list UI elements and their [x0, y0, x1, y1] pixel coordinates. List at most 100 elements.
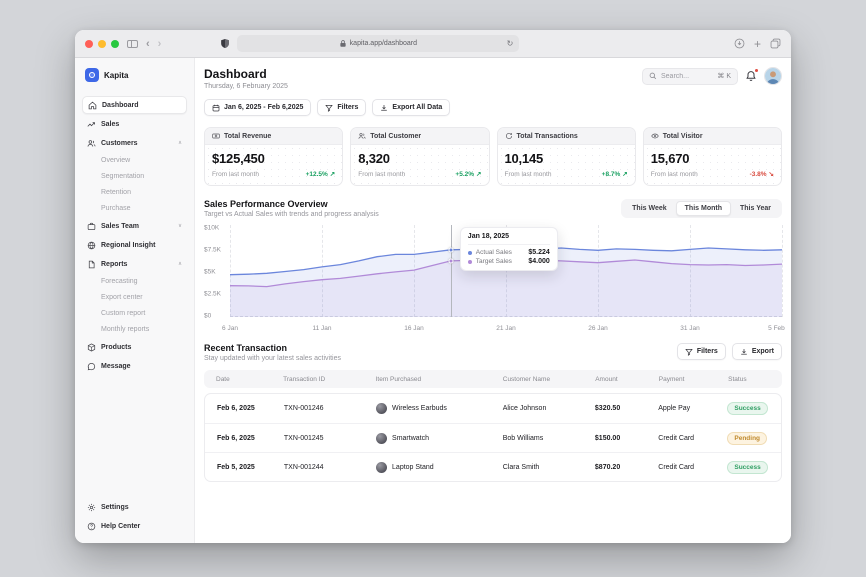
cell-item: Laptop Stand [392, 464, 434, 471]
table-row[interactable]: Feb 6, 2025 TXN-001245 Smartwatch Bob Wi… [205, 423, 781, 452]
chevron-down-icon: ∨ [178, 223, 182, 229]
sidebar-item-settings[interactable]: Settings [82, 498, 187, 516]
sidebar-item-products[interactable]: Products [82, 338, 187, 356]
tab-this-month[interactable]: This Month [676, 201, 731, 216]
cell-amount: $320.50 [591, 405, 654, 412]
download-icon [740, 348, 748, 356]
sidebar: Kapita Dashboard Sales Customers ∧ Overv… [75, 58, 195, 543]
chart-cursor-dot [448, 247, 453, 252]
sidebar-item-sales[interactable]: Sales [82, 115, 187, 133]
sidebar-item-label: Customers [101, 140, 138, 147]
cell-date: Feb 6, 2025 [205, 405, 280, 412]
sidebar-item-customers[interactable]: Customers ∧ [82, 134, 187, 152]
close-window-button[interactable] [85, 40, 93, 48]
sidebar-subitem-custom-report[interactable]: Custom report [82, 306, 187, 321]
cell-amount: $870.20 [591, 464, 654, 471]
forward-icon[interactable]: › [158, 38, 162, 50]
date-range-button[interactable]: Jan 6, 2025 - Feb 6,2025 [204, 99, 311, 116]
box-icon [87, 343, 96, 352]
sidebar-subitem-retention[interactable]: Retention [82, 185, 187, 200]
new-tab-icon[interactable]: + [754, 38, 761, 50]
downloads-icon[interactable] [734, 38, 745, 49]
chart-y-axis: $10K $7.5K $5K $2.5K $0 [204, 225, 230, 317]
address-bar[interactable]: kapita.app/dashboard ↻ [237, 35, 519, 52]
x-tick: 11 Jan [312, 325, 331, 332]
calendar-icon [212, 104, 220, 112]
search-input[interactable] [661, 73, 713, 80]
sidebar-subitem-forecasting[interactable]: Forecasting [82, 274, 187, 289]
column-header-date: Date [204, 376, 279, 383]
stat-period: From last month [651, 171, 698, 178]
filters-button[interactable]: Filters [317, 99, 366, 116]
x-tick: 5 Feb [768, 325, 785, 332]
cell-customer: Bob Williams [499, 435, 591, 442]
date-range-label: Jan 6, 2025 - Feb 6,2025 [224, 104, 303, 111]
stat-change: +12.5% [306, 171, 328, 178]
sidebar-toggle-icon[interactable] [127, 40, 138, 48]
sidebar-item-label: Settings [101, 504, 129, 511]
filter-icon [325, 104, 333, 112]
notifications-button[interactable] [745, 70, 757, 82]
cell-transaction-id: TXN-001246 [280, 405, 372, 412]
cell-customer: Alice Johnson [499, 405, 591, 412]
stat-card-total-customer: Total Customer 8,320 From last month +5.… [350, 127, 489, 186]
actual-sales-dot-icon [468, 251, 472, 255]
sidebar-subitem-segmentation[interactable]: Segmentation [82, 169, 187, 184]
user-avatar[interactable] [764, 67, 782, 85]
cell-customer: Clara Smith [499, 464, 591, 471]
sidebar-item-label: Regional Insight [101, 242, 155, 249]
column-header-item-purchased: Item Purchased [372, 376, 499, 383]
sidebar-subitem-purchase[interactable]: Purchase [82, 201, 187, 216]
sidebar-item-sales-team[interactable]: Sales Team ∨ [82, 217, 187, 235]
sidebar-item-message[interactable]: Message [82, 357, 187, 375]
sidebar-item-dashboard[interactable]: Dashboard [82, 96, 187, 114]
sidebar-subitem-export-center[interactable]: Export center [82, 290, 187, 305]
banknote-icon [212, 132, 220, 140]
cell-payment: Credit Card [654, 464, 723, 471]
back-icon[interactable]: ‹ [146, 38, 150, 50]
export-all-data-button[interactable]: Export All Data [372, 99, 450, 116]
transactions-export-label: Export [752, 348, 774, 355]
cell-date: Feb 5, 2025 [205, 464, 280, 471]
sidebar-subitem-monthly-reports[interactable]: Monthly reports [82, 322, 187, 337]
sidebar-item-reports[interactable]: Reports ∧ [82, 255, 187, 273]
table-row[interactable]: Feb 6, 2025 TXN-001246 Wireless Earbuds … [205, 394, 781, 423]
search-icon [649, 72, 657, 80]
stat-period: From last month [212, 171, 259, 178]
search-box[interactable]: ⌘ K [642, 68, 738, 85]
chart-plot-area[interactable]: Jan 18, 2025 Actual Sales $5.224 Target … [230, 225, 782, 317]
privacy-shield-icon[interactable] [221, 39, 229, 48]
trend-icon [87, 120, 96, 129]
globe-icon [87, 241, 96, 250]
chart-cursor-line [451, 225, 452, 317]
zoom-window-button[interactable] [111, 40, 119, 48]
tab-this-week[interactable]: This Week [623, 201, 676, 216]
brand: Kapita [82, 68, 187, 82]
stat-label: Total Visitor [663, 133, 703, 140]
sidebar-subitem-overview[interactable]: Overview [82, 153, 187, 168]
briefcase-icon [87, 222, 96, 231]
chart-x-axis: 6 Jan 11 Jan 16 Jan 21 Jan 26 Jan 31 Jan… [230, 321, 782, 335]
x-tick: 31 Jan [680, 325, 700, 332]
transactions-filters-button[interactable]: Filters [677, 343, 726, 360]
download-icon [380, 104, 388, 112]
sidebar-item-help-center[interactable]: Help Center [82, 517, 187, 535]
transactions-export-button[interactable]: Export [732, 343, 782, 360]
tab-this-year[interactable]: This Year [731, 201, 780, 216]
column-header-payment: Payment [655, 376, 724, 383]
tooltip-series-value: $5.224 [528, 249, 549, 256]
transactions-subtitle: Stay updated with your latest sales acti… [204, 355, 341, 362]
product-image [376, 403, 387, 414]
reload-icon[interactable]: ↻ [507, 39, 514, 48]
page-date: Thursday, 6 February 2025 [204, 83, 288, 90]
tab-overview-icon[interactable] [770, 38, 781, 49]
browser-window: ‹ › kapita.app/dashboard ↻ + Ka [75, 30, 791, 543]
status-badge: Success [727, 461, 767, 474]
stat-value: 10,145 [505, 151, 628, 166]
product-image [376, 433, 387, 444]
sidebar-item-regional-insight[interactable]: Regional Insight [82, 236, 187, 254]
column-header-amount: Amount [591, 376, 655, 383]
minimize-window-button[interactable] [98, 40, 106, 48]
table-row[interactable]: Feb 5, 2025 TXN-001244 Laptop Stand Clar… [205, 452, 781, 481]
refresh-icon [505, 132, 513, 140]
